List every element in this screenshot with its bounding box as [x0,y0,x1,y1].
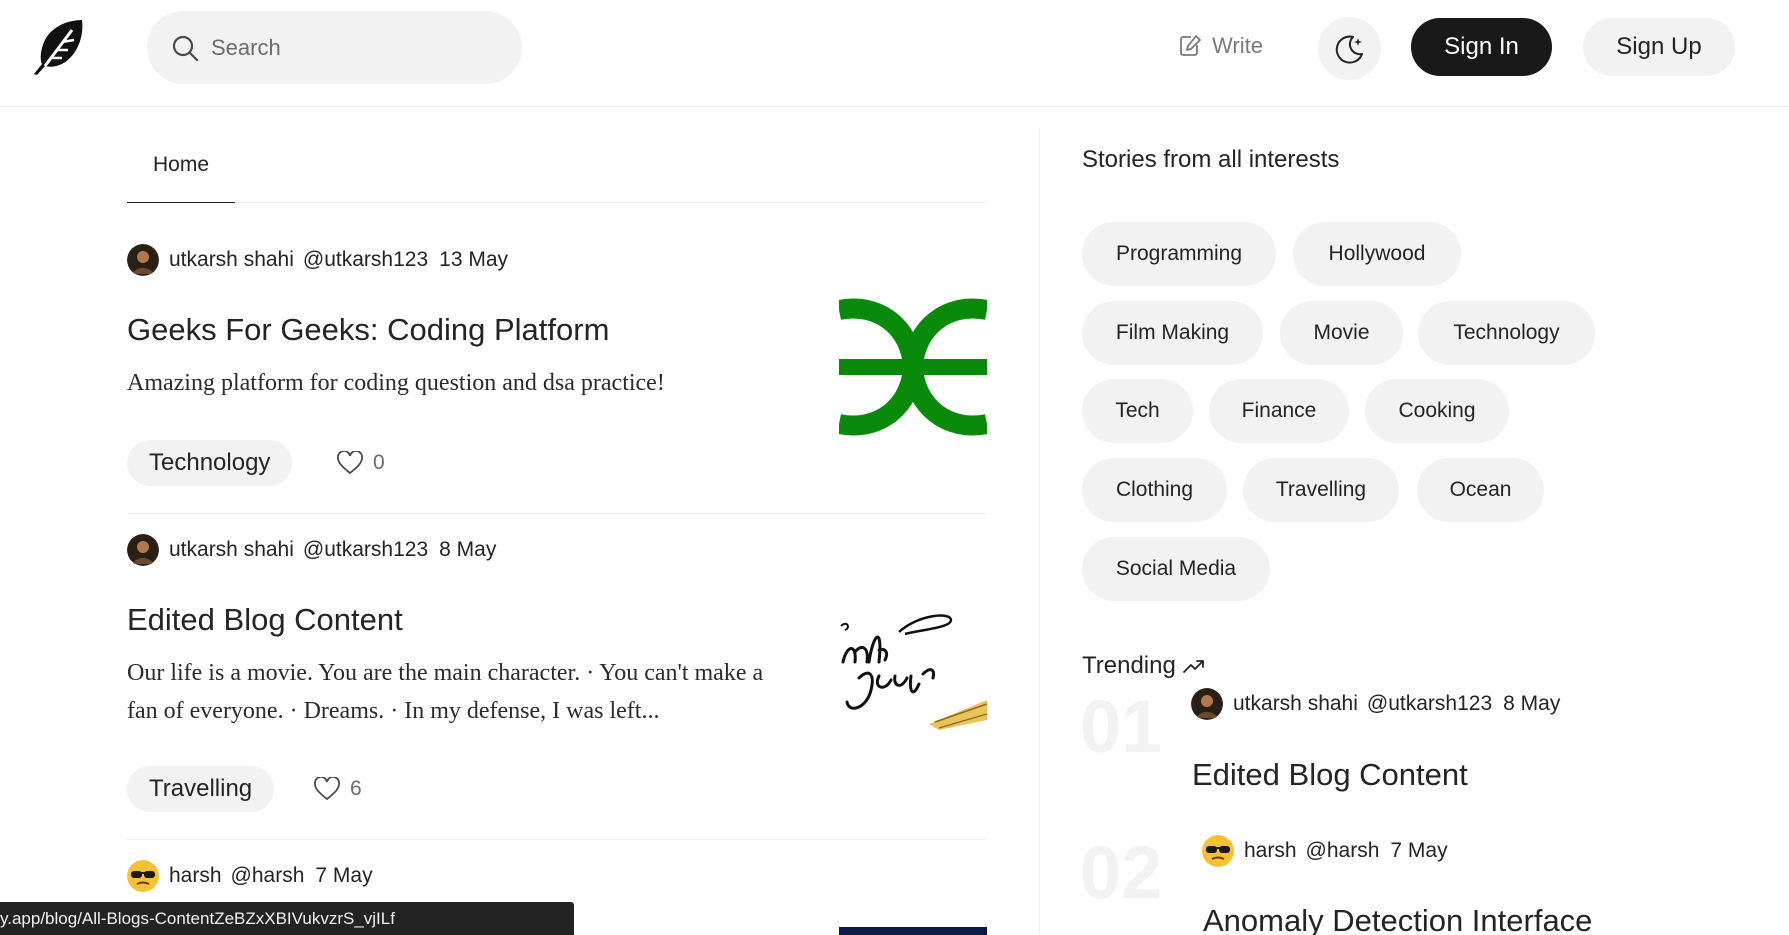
heart-icon [337,451,363,475]
like-count: 0 [373,451,385,474]
topics-heading: Stories from all interests [1082,146,1340,173]
post-date: 8 May [439,538,497,561]
author-handle: @harsh [1305,839,1380,862]
heart-icon [314,777,340,801]
post-meta: utkarsh shahi @utkarsh123 13 May [127,244,508,276]
topic-ocean[interactable]: Ocean [1417,458,1544,522]
trending-title[interactable]: Anomaly Detection Interface [1203,903,1592,935]
topic-finance[interactable]: Finance [1209,379,1349,443]
search-input[interactable] [211,34,511,61]
write-button[interactable]: Write [1178,28,1263,64]
sign-up-button[interactable]: Sign Up [1583,18,1735,76]
topic-travelling[interactable]: Travelling [1243,458,1399,522]
moon-stars-icon [1335,35,1363,64]
feed-tabs: Home [127,128,987,203]
author-name[interactable]: harsh [169,864,222,888]
write-icon [1180,35,1201,56]
post-tag[interactable]: Technology [127,440,293,486]
topic-programming[interactable]: Programming [1082,222,1276,286]
search-icon [172,35,199,61]
author-handle: @utkarsh123 [302,538,429,561]
avatar[interactable] [127,860,159,892]
tab-home[interactable]: Home [127,128,235,203]
trending-label: Trending [1082,652,1176,679]
sidebar-divider [1039,128,1040,935]
topic-technology[interactable]: Technology [1418,301,1595,365]
trending-rank: 02 [1080,831,1163,914]
post-excerpt: Our life is a movie. You are the main ch… [127,660,764,724]
sign-in-button[interactable]: Sign In [1411,18,1552,76]
author-name[interactable]: utkarsh shahi [169,248,294,272]
post-tag[interactable]: Travelling [127,766,275,812]
topic-tech[interactable]: Tech [1082,379,1193,443]
theme-toggle-button[interactable] [1318,17,1381,80]
post-excerpt: Amazing platform for coding question and… [127,370,665,396]
post-card: utkarsh shahi @utkarsh123 8 May Edited B… [127,534,987,814]
post-divider [127,839,987,840]
post-title[interactable]: Edited Blog Content [127,602,403,638]
post-date: 7 May [315,864,373,887]
status-url: y.app/blog/All-Blogs-ContentZeBZxXBIVukv… [0,908,395,928]
trending-heading: Trending [1082,652,1206,680]
post-meta: harsh @harsh 7 May [127,860,373,892]
trending-rank: 01 [1080,685,1163,768]
like-count: 6 [350,777,362,800]
post-card: utkarsh shahi @utkarsh123 13 May Geeks F… [127,244,987,494]
avatar[interactable] [1191,688,1223,720]
avatar[interactable] [127,244,159,276]
topic-hollywood[interactable]: Hollywood [1293,222,1461,286]
author-name[interactable]: utkarsh shahi [1233,692,1358,716]
post-thumbnail[interactable] [839,298,987,436]
feather-logo-icon[interactable] [26,16,88,76]
write-label: Write [1212,33,1263,58]
post-date: 7 May [1390,839,1448,862]
topic-clothing[interactable]: Clothing [1082,458,1227,522]
post-title[interactable]: Geeks For Geeks: Coding Platform [127,312,609,348]
link-status-bar: y.app/blog/All-Blogs-ContentZeBZxXBIVukv… [0,902,574,935]
author-handle: @utkarsh123 [302,248,429,271]
author-name[interactable]: utkarsh shahi [169,538,294,562]
topic-social-media[interactable]: Social Media [1082,537,1270,601]
like-button[interactable]: 6 [314,774,362,804]
like-button[interactable]: 0 [337,448,385,478]
author-handle: @harsh [230,864,305,887]
post-thumbnail[interactable] [839,604,987,734]
top-navbar: Write Sign In Sign Up [0,0,1789,107]
trending-arrow-icon [1182,660,1204,673]
avatar[interactable] [1202,835,1234,867]
post-thumbnail[interactable] [839,927,987,935]
trending-title[interactable]: Edited Blog Content [1192,757,1468,793]
topic-movie[interactable]: Movie [1280,301,1403,365]
post-date: 13 May [439,248,509,271]
trending-meta: harsh @harsh 7 May [1202,835,1448,867]
post-date: 8 May [1503,692,1561,715]
topic-cooking[interactable]: Cooking [1365,379,1509,443]
topic-film-making[interactable]: Film Making [1082,301,1263,365]
trending-meta: utkarsh shahi @utkarsh123 8 May [1191,688,1560,720]
post-divider [127,513,987,514]
author-handle: @utkarsh123 [1366,692,1493,715]
avatar[interactable] [127,534,159,566]
post-meta: utkarsh shahi @utkarsh123 8 May [127,534,496,566]
author-name[interactable]: harsh [1244,839,1297,863]
search-bar[interactable] [147,11,522,84]
